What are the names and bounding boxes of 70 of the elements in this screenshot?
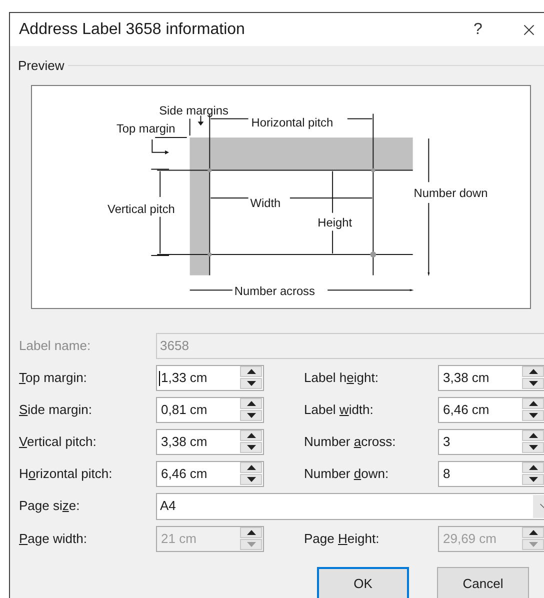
down-triangle-icon xyxy=(528,445,538,450)
field-label: Top margin: xyxy=(19,370,87,384)
spin-field[interactable]: 6,46 cm xyxy=(156,460,264,486)
diagram-label: Vertical pitch xyxy=(108,201,175,216)
spin-field[interactable]: 8 xyxy=(438,460,544,486)
spin-up-button[interactable] xyxy=(240,366,262,377)
diagram-label: Top margin xyxy=(116,121,176,136)
page-size-dropdown[interactable]: A4 xyxy=(156,492,544,520)
down-triangle-icon xyxy=(246,542,256,547)
spin-down-button[interactable] xyxy=(240,474,262,485)
down-triangle-icon xyxy=(528,413,538,418)
up-triangle-icon xyxy=(528,369,538,374)
spin-field[interactable]: 6,46 cm xyxy=(438,396,544,422)
spin-field[interactable]: 3 xyxy=(438,428,544,454)
spin-down-button[interactable] xyxy=(522,378,544,389)
field-label: Vertical pitch: xyxy=(19,434,96,448)
spin-field[interactable]: 0,81 cm xyxy=(156,396,264,422)
spin-field[interactable]: 1,33 cm xyxy=(156,364,264,390)
up-triangle-icon xyxy=(246,433,256,438)
up-triangle-icon xyxy=(246,401,256,406)
up-triangle-icon xyxy=(528,433,538,438)
down-triangle-icon xyxy=(528,381,538,386)
up-triangle-icon xyxy=(246,465,256,470)
down-triangle-icon xyxy=(246,445,256,450)
spin-field[interactable]: 3,38 cm xyxy=(156,428,264,454)
diagram-label: Number down xyxy=(414,186,488,200)
diagram-label: Horizontal pitch xyxy=(251,115,334,130)
field-label: Number across: xyxy=(304,434,396,448)
field-label: Horizontal pitch: xyxy=(19,466,112,480)
spin-up-button[interactable] xyxy=(240,398,262,409)
field-label: Label width: xyxy=(304,402,374,416)
spin-up-button[interactable] xyxy=(522,462,544,473)
spin-down-button[interactable] xyxy=(240,410,262,421)
diagram-label: Height xyxy=(318,215,352,230)
field-label: Label height: xyxy=(304,370,378,384)
spin-up-button[interactable] xyxy=(522,366,544,377)
up-triangle-icon xyxy=(246,369,256,374)
up-triangle-icon xyxy=(528,401,538,406)
spin-down-button[interactable] xyxy=(240,442,262,453)
down-triangle-icon xyxy=(246,477,256,482)
field-label: Page width: xyxy=(19,530,87,546)
field-label: Label name: xyxy=(19,338,91,352)
spin-down-button[interactable] xyxy=(522,474,544,485)
field-label: Number down: xyxy=(304,466,389,480)
field-label: Side margin: xyxy=(19,402,92,416)
down-triangle-icon xyxy=(246,381,256,386)
help-button[interactable]: ? xyxy=(458,18,498,42)
down-triangle-icon xyxy=(528,477,538,482)
spin-down-button[interactable] xyxy=(240,378,262,389)
spin-down-button[interactable] xyxy=(522,442,544,453)
spin-up-button[interactable] xyxy=(240,462,262,473)
dialog-button[interactable]: Cancel xyxy=(437,566,529,598)
diagram-label: Side margins xyxy=(159,103,228,118)
field-label: Page Height: xyxy=(304,530,380,546)
spin-down-button[interactable] xyxy=(522,410,544,421)
field-label: Page size: xyxy=(19,498,80,513)
up-triangle-icon xyxy=(528,465,538,470)
spin-up-button[interactable] xyxy=(522,430,544,441)
window-title: Address Label 3658 information xyxy=(19,20,246,40)
diagram-label: Number across xyxy=(234,284,315,298)
up-triangle-icon xyxy=(246,530,256,535)
up-triangle-icon xyxy=(528,530,538,535)
diagram-label: Width xyxy=(250,195,281,210)
down-triangle-icon xyxy=(246,413,256,418)
spin-field[interactable]: 3,38 cm xyxy=(438,364,544,390)
section-heading: Preview xyxy=(18,57,64,75)
dialog-button[interactable]: OK xyxy=(317,566,409,598)
spin-up-button[interactable] xyxy=(240,430,262,441)
spin-up-button[interactable] xyxy=(522,398,544,409)
down-triangle-icon xyxy=(528,542,538,547)
